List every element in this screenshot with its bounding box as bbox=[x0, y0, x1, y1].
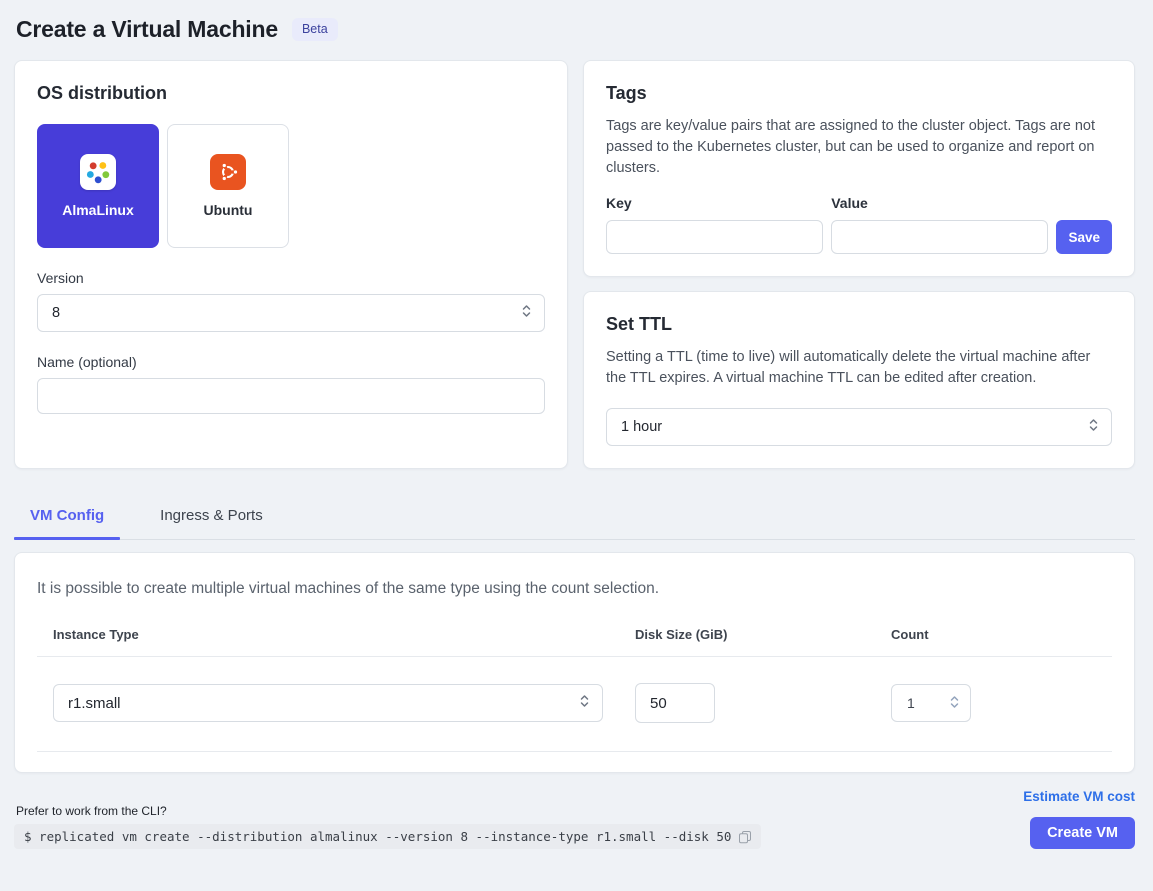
os-card-title: OS distribution bbox=[37, 83, 545, 104]
cli-section: Prefer to work from the CLI? $ replicate… bbox=[14, 804, 761, 849]
instance-type-select[interactable]: r1.small bbox=[53, 684, 603, 722]
ttl-card-title: Set TTL bbox=[606, 314, 1112, 335]
tab-bar: VM Config Ingress & Ports bbox=[14, 495, 1135, 540]
vm-config-card: It is possible to create multiple virtua… bbox=[14, 552, 1135, 773]
copy-icon[interactable] bbox=[738, 830, 752, 844]
tag-key-input[interactable] bbox=[606, 220, 823, 254]
tag-value-input[interactable] bbox=[831, 220, 1048, 254]
page-title: Create a Virtual Machine bbox=[16, 16, 278, 43]
instance-type-value: r1.small bbox=[68, 695, 121, 712]
tag-key-field: Key bbox=[606, 195, 823, 254]
name-input[interactable] bbox=[37, 378, 545, 414]
vm-config-intro: It is possible to create multiple virtua… bbox=[37, 580, 1112, 598]
version-select[interactable]: 8 bbox=[37, 294, 545, 332]
os-distribution-card: OS distribution AlmaLinux bbox=[14, 60, 568, 469]
version-select-value: 8 bbox=[52, 305, 60, 321]
column-disk-size: Disk Size (GiB) bbox=[635, 627, 859, 642]
count-stepper[interactable]: 1 bbox=[891, 684, 971, 722]
chevron-up-down-icon bbox=[579, 693, 590, 713]
cli-command-text: $ replicated vm create --distribution al… bbox=[24, 829, 731, 844]
table-row: r1.small 1 bbox=[37, 657, 1112, 752]
version-label: Version bbox=[37, 270, 545, 286]
tags-description: Tags are key/value pairs that are assign… bbox=[606, 116, 1112, 179]
tab-vm-config[interactable]: VM Config bbox=[14, 495, 120, 539]
create-vm-button[interactable]: Create VM bbox=[1030, 817, 1135, 849]
cli-prompt-text: Prefer to work from the CLI? bbox=[16, 804, 761, 818]
chevron-up-down-icon bbox=[1088, 417, 1099, 437]
name-label: Name (optional) bbox=[37, 354, 545, 370]
beta-badge: Beta bbox=[292, 18, 338, 41]
top-grid: OS distribution AlmaLinux bbox=[14, 60, 1135, 469]
almalinux-logo-icon bbox=[80, 154, 116, 190]
right-column: Tags Tags are key/value pairs that are a… bbox=[583, 60, 1135, 469]
count-value: 1 bbox=[907, 695, 915, 711]
ubuntu-logo-icon bbox=[210, 154, 246, 190]
distro-option-almalinux[interactable]: AlmaLinux bbox=[37, 124, 159, 248]
distro-option-ubuntu[interactable]: Ubuntu bbox=[167, 124, 289, 248]
ttl-description: Setting a TTL (time to live) will automa… bbox=[606, 347, 1112, 389]
tag-value-label: Value bbox=[831, 195, 1048, 211]
footer-actions: Estimate VM cost Create VM bbox=[1023, 789, 1135, 849]
column-instance-type: Instance Type bbox=[53, 627, 603, 642]
footer-bar: Prefer to work from the CLI? $ replicate… bbox=[14, 789, 1135, 849]
create-vm-page: Create a Virtual Machine Beta OS distrib… bbox=[0, 0, 1153, 891]
ttl-select-value: 1 hour bbox=[621, 419, 662, 435]
stepper-arrows-icon[interactable] bbox=[949, 694, 960, 713]
distro-options: AlmaLinux Ubuntu bbox=[37, 124, 545, 248]
estimate-vm-cost-link[interactable]: Estimate VM cost bbox=[1023, 789, 1135, 804]
tag-value-field: Value bbox=[831, 195, 1048, 254]
tags-card: Tags Tags are key/value pairs that are a… bbox=[583, 60, 1135, 277]
column-count: Count bbox=[891, 627, 1112, 642]
tag-key-label: Key bbox=[606, 195, 823, 211]
cli-command-block: $ replicated vm create --distribution al… bbox=[14, 824, 761, 849]
distro-label: AlmaLinux bbox=[62, 202, 134, 218]
ttl-select[interactable]: 1 hour bbox=[606, 408, 1112, 446]
tag-form: Key Value Save bbox=[606, 195, 1112, 254]
chevron-up-down-icon bbox=[521, 303, 532, 323]
disk-size-cell bbox=[635, 683, 859, 723]
tags-card-title: Tags bbox=[606, 83, 1112, 104]
disk-size-input[interactable] bbox=[635, 683, 715, 723]
set-ttl-card: Set TTL Setting a TTL (time to live) wil… bbox=[583, 291, 1135, 469]
save-tag-button[interactable]: Save bbox=[1056, 220, 1112, 254]
instance-table-header: Instance Type Disk Size (GiB) Count bbox=[37, 627, 1112, 657]
count-cell: 1 bbox=[891, 684, 1112, 722]
distro-label: Ubuntu bbox=[204, 202, 253, 218]
page-header: Create a Virtual Machine Beta bbox=[16, 16, 1135, 43]
tab-ingress-ports[interactable]: Ingress & Ports bbox=[144, 495, 279, 539]
instance-table: Instance Type Disk Size (GiB) Count r1.s… bbox=[37, 627, 1112, 752]
